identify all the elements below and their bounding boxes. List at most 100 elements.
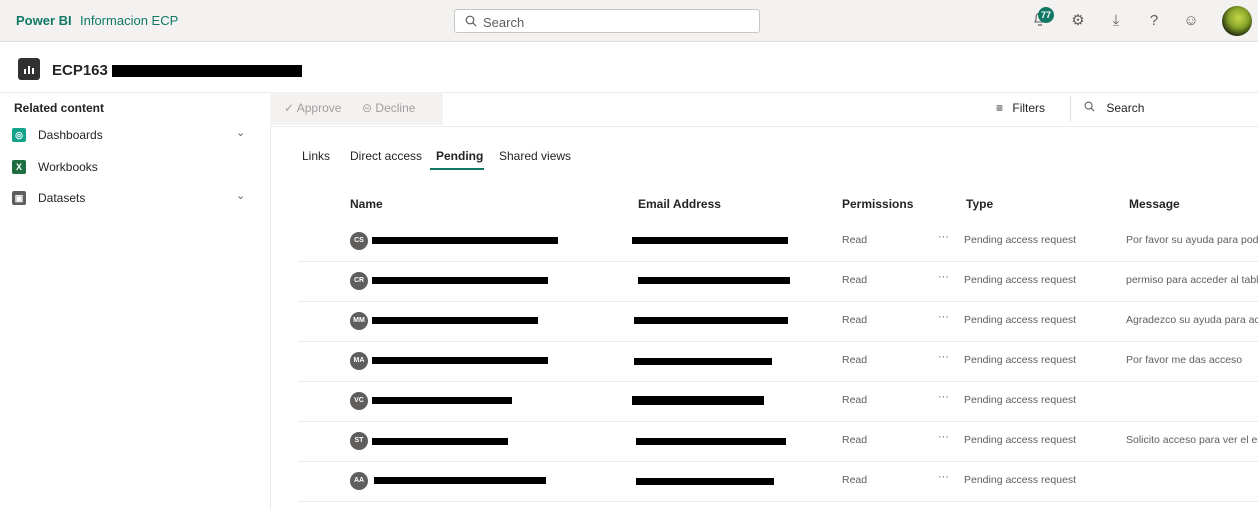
redacted-email <box>632 237 788 244</box>
redacted-title <box>112 65 302 77</box>
redacted-name <box>372 438 508 445</box>
approve-decline-group: ✓ Approve ⊝ Decline <box>270 92 443 125</box>
workspace-name[interactable]: Informacion ECP <box>80 13 178 28</box>
app-name[interactable]: Power BI <box>16 13 72 28</box>
type-cell: Pending access request <box>964 394 1077 406</box>
permission-cell: Read <box>842 394 868 406</box>
more-options-icon[interactable]: ··· <box>938 351 949 363</box>
report-header: ECP163 <box>0 42 1258 93</box>
table-row[interactable]: MA Read ··· Pending access request Por f… <box>298 341 1258 382</box>
table-row[interactable]: CR Read ··· Pending access request permi… <box>298 261 1258 302</box>
report-title: ECP163 <box>52 62 108 79</box>
global-search[interactable] <box>454 9 760 33</box>
download-icon[interactable]: ⤓ <box>1106 11 1126 31</box>
chevron-down-icon[interactable]: ⌄ <box>236 126 245 139</box>
avatar: MM <box>350 312 368 330</box>
permission-cell: Read <box>842 314 868 326</box>
table-row[interactable]: VC Read ··· Pending access request <box>298 381 1258 422</box>
sidebar-item-workbooks[interactable]: X Workbooks <box>0 155 260 181</box>
permission-cell: Read <box>842 354 868 366</box>
avatar: AA <box>350 472 368 490</box>
search-icon <box>465 15 477 30</box>
permission-cell: Read <box>842 234 868 246</box>
chevron-down-icon[interactable]: ⌄ <box>236 189 245 202</box>
settings-gear-icon[interactable]: ⚙ <box>1068 11 1088 31</box>
avatar: CS <box>350 232 368 250</box>
message-cell: Por favor me das acceso <box>1126 354 1243 366</box>
sidebar-item-datasets[interactable]: ▣ Datasets ⌄ <box>0 186 260 212</box>
type-cell: Pending access request <box>964 314 1077 326</box>
redacted-name <box>372 357 548 364</box>
related-content-title: Related content <box>14 101 105 115</box>
dashboard-icon: ◎ <box>12 128 26 142</box>
more-options-icon[interactable]: ··· <box>938 311 949 323</box>
avatar: ST <box>350 432 368 450</box>
avatar: CR <box>350 272 368 290</box>
action-bar: ✓ Approve ⊝ Decline ≡ Filters Search <box>270 92 1258 127</box>
column-header-type[interactable]: Type <box>966 197 993 211</box>
user-avatar[interactable] <box>1222 6 1252 36</box>
message-cell: permiso para acceder al tabler <box>1126 274 1258 286</box>
divider <box>1070 96 1071 122</box>
redacted-email <box>638 277 790 284</box>
tab-direct-access[interactable]: Direct access <box>350 149 422 163</box>
dataset-icon: ▣ <box>12 191 26 205</box>
table-search-label: Search <box>1106 101 1145 115</box>
search-icon <box>1084 101 1098 115</box>
redacted-name <box>374 477 546 484</box>
redacted-email <box>634 358 772 365</box>
avatar: VC <box>350 392 368 410</box>
sidebar-item-dashboards[interactable]: ◎ Dashboards ⌄ <box>0 123 260 149</box>
more-options-icon[interactable]: ··· <box>938 231 949 243</box>
sidebar-item-label: Dashboards <box>38 128 103 142</box>
message-cell: Agradezco su ayuda para acce <box>1126 314 1258 326</box>
table-search[interactable]: Search <box>1084 101 1144 115</box>
excel-icon: X <box>12 160 26 174</box>
global-search-input[interactable] <box>481 12 755 32</box>
type-cell: Pending access request <box>964 274 1077 286</box>
type-cell: Pending access request <box>964 434 1077 446</box>
redacted-name <box>372 237 558 244</box>
table-row[interactable]: CS Read ··· Pending access request Por f… <box>298 221 1258 262</box>
top-bar: Power BI Informacion ECP 77 ⚙ ⤓ ? ☺ <box>0 0 1258 42</box>
column-header-name[interactable]: Name <box>350 197 383 211</box>
tab-pending[interactable]: Pending <box>436 149 483 163</box>
sidebar-item-label: Workbooks <box>38 160 98 174</box>
decline-button[interactable]: ⊝ Decline <box>362 101 415 115</box>
redacted-email <box>636 478 774 485</box>
help-icon[interactable]: ? <box>1144 11 1164 31</box>
active-tab-indicator <box>430 168 484 170</box>
message-cell: Solicito acceso para ver el esta <box>1126 434 1258 446</box>
avatar: MA <box>350 352 368 370</box>
redacted-email <box>634 317 788 324</box>
column-header-email[interactable]: Email Address <box>638 197 721 211</box>
redacted-email <box>632 396 764 405</box>
checkmark-icon: ✓ <box>284 101 295 115</box>
tab-links[interactable]: Links <box>302 149 330 163</box>
notification-count-badge: 77 <box>1038 7 1054 23</box>
sidebar-item-label: Datasets <box>38 191 86 205</box>
table-row[interactable]: MM Read ··· Pending access request Agrad… <box>298 301 1258 342</box>
filters-label: Filters <box>1012 101 1046 115</box>
more-options-icon[interactable]: ··· <box>938 471 949 483</box>
redacted-name <box>372 277 548 284</box>
type-cell: Pending access request <box>964 234 1077 246</box>
message-cell: Por favor su ayuda para poder <box>1126 234 1258 246</box>
filters-button[interactable]: ≡ Filters <box>996 101 1045 115</box>
report-icon <box>18 58 40 80</box>
table-row[interactable]: ST Read ··· Pending access request Solic… <box>298 421 1258 462</box>
permission-cell: Read <box>842 474 868 486</box>
permission-cell: Read <box>842 274 868 286</box>
table-row[interactable]: AA Read ··· Pending access request <box>298 461 1258 502</box>
related-content-panel: Related content ◎ Dashboards ⌄ X Workboo… <box>0 92 271 510</box>
column-header-permissions[interactable]: Permissions <box>842 197 913 211</box>
feedback-smiley-icon[interactable]: ☺ <box>1181 11 1201 31</box>
decline-label: Decline <box>375 101 416 115</box>
more-options-icon[interactable]: ··· <box>938 271 949 283</box>
more-options-icon[interactable]: ··· <box>938 391 949 403</box>
type-cell: Pending access request <box>964 474 1077 486</box>
column-header-message[interactable]: Message <box>1129 197 1180 211</box>
more-options-icon[interactable]: ··· <box>938 431 949 443</box>
approve-button[interactable]: ✓ Approve <box>284 101 341 115</box>
tab-shared-views[interactable]: Shared views <box>499 149 571 163</box>
